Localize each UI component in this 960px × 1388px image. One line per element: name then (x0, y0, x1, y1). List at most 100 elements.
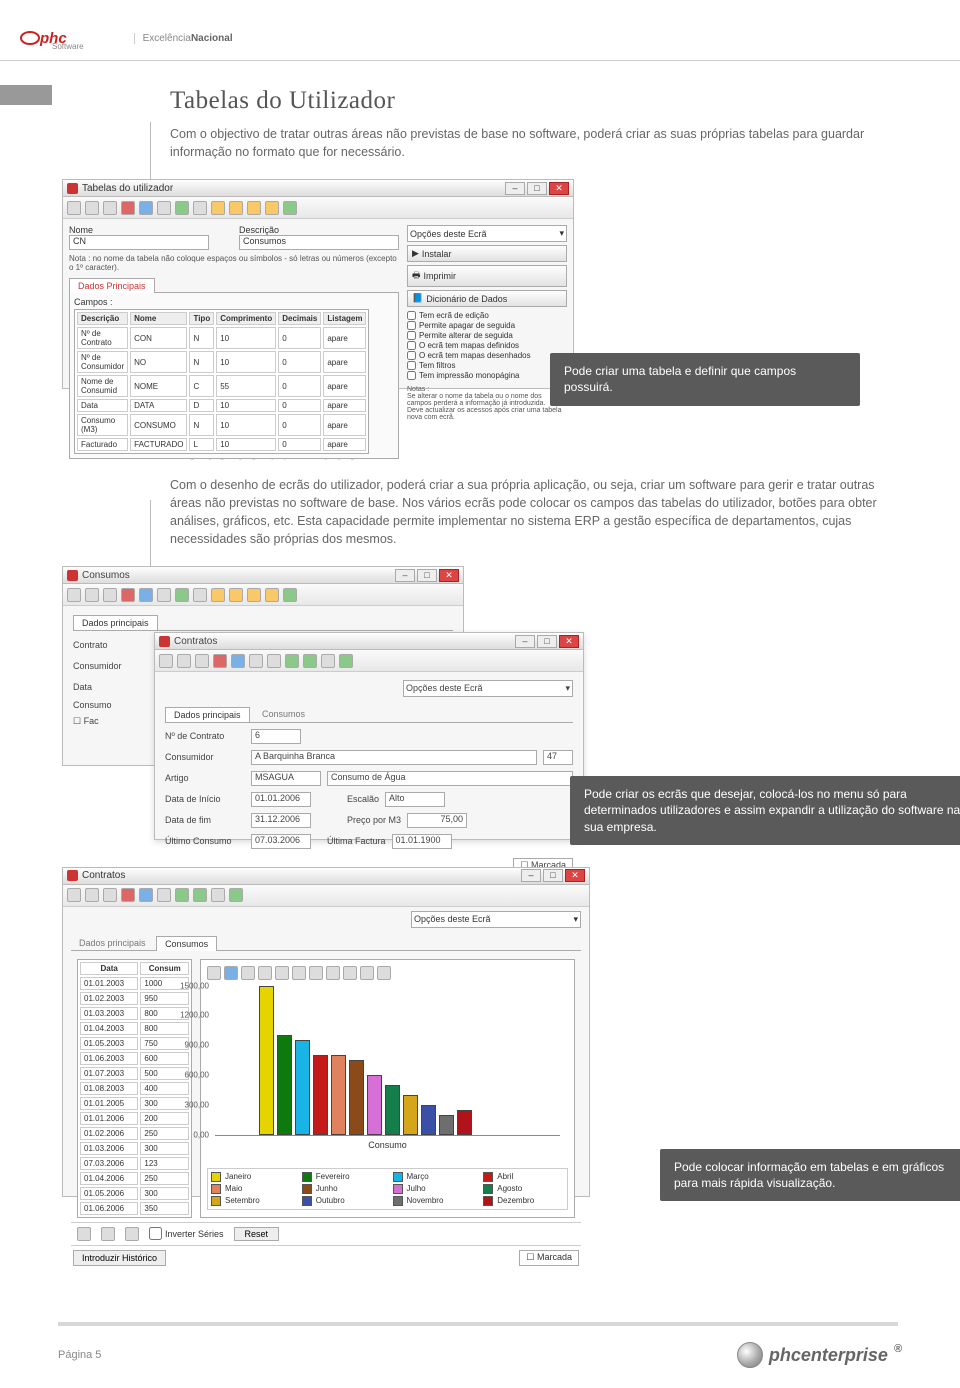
tool-icon[interactable] (211, 888, 225, 902)
tool-icon[interactable] (229, 888, 243, 902)
option-checkbox[interactable]: Tem ecrã de edição (407, 311, 567, 320)
tool-icon[interactable] (247, 588, 261, 602)
minimize-button[interactable]: – (395, 569, 415, 582)
nav-icon[interactable] (211, 201, 225, 215)
tool-icon[interactable] (85, 588, 99, 602)
maximize-button[interactable]: □ (543, 869, 563, 882)
tool-icon[interactable] (157, 201, 171, 215)
reset-button[interactable]: Reset (234, 1227, 280, 1241)
tool-icon[interactable] (139, 588, 153, 602)
options-dropdown[interactable]: Opções deste Ecrã▾ (403, 680, 573, 697)
escalao-select[interactable]: Alto (385, 792, 445, 807)
close-button[interactable]: ✕ (549, 182, 569, 195)
tool-icon[interactable] (175, 201, 189, 215)
tool-icon[interactable] (67, 201, 81, 215)
tool-icon[interactable] (103, 588, 117, 602)
close-button[interactable]: ✕ (439, 569, 459, 582)
inverter-series-checkbox[interactable]: Inverter Séries (149, 1227, 224, 1240)
tool-icon[interactable] (177, 654, 191, 668)
option-checkbox[interactable]: O ecrã tem mapas desenhados (407, 351, 567, 360)
option-checkbox[interactable]: Permite alterar de seguida (407, 331, 567, 340)
tab-dados-principais[interactable]: Dados principais (73, 615, 158, 630)
dicionario-button[interactable]: 📘 Dicionário de Dados (407, 290, 567, 307)
tool-icon[interactable] (139, 201, 153, 215)
tab-dados-principais[interactable]: Dados principais (71, 936, 154, 950)
tool-icon[interactable] (231, 654, 245, 668)
minimize-button[interactable]: – (505, 182, 525, 195)
nav-icon[interactable] (247, 201, 261, 215)
minimize-button[interactable]: – (515, 635, 535, 648)
delete-icon[interactable] (121, 201, 135, 215)
options-dropdown[interactable]: Opções deste Ecrã▾ (407, 225, 567, 242)
chart-tool-icon[interactable] (326, 966, 340, 980)
close-button[interactable]: ✕ (559, 635, 579, 648)
chart-tool-icon[interactable] (258, 966, 272, 980)
name-input[interactable]: CN (69, 235, 209, 250)
maximize-button[interactable]: □ (527, 182, 547, 195)
chart-tool-icon[interactable] (292, 966, 306, 980)
tab-consumos[interactable]: Consumos (156, 936, 217, 951)
chart-tool-icon[interactable] (309, 966, 323, 980)
marcada-checkbox[interactable]: Marcada (537, 1252, 572, 1262)
tool-icon[interactable] (229, 588, 243, 602)
options-dropdown[interactable]: Opções deste Ecrã▾ (411, 911, 581, 928)
tool-icon[interactable] (103, 201, 117, 215)
tool-icon[interactable] (121, 888, 135, 902)
tool-icon[interactable] (193, 888, 207, 902)
tool-icon[interactable] (211, 588, 225, 602)
tool-icon[interactable] (103, 888, 117, 902)
tool-icon[interactable] (267, 654, 281, 668)
tool-icon[interactable] (139, 888, 153, 902)
desc-input[interactable]: Consumos (239, 235, 399, 250)
chart-tool-icon[interactable] (360, 966, 374, 980)
tool-icon[interactable] (85, 201, 99, 215)
chart-tool-icon[interactable] (275, 966, 289, 980)
tool-icon[interactable] (303, 654, 317, 668)
refresh-icon[interactable] (283, 201, 297, 215)
tool-icon[interactable] (249, 654, 263, 668)
maximize-button[interactable]: □ (417, 569, 437, 582)
tool-icon[interactable] (157, 888, 171, 902)
tool-icon[interactable] (175, 888, 189, 902)
maximize-button[interactable]: □ (537, 635, 557, 648)
tool-icon[interactable] (85, 888, 99, 902)
tool-icon[interactable] (157, 588, 171, 602)
tool-icon[interactable] (175, 588, 189, 602)
chart-tool-icon[interactable] (207, 966, 221, 980)
tool-icon[interactable] (283, 588, 297, 602)
tool-icon[interactable] (195, 654, 209, 668)
tool-icon[interactable] (339, 654, 353, 668)
chart-tool-icon[interactable] (241, 966, 255, 980)
tool-icon[interactable] (285, 654, 299, 668)
option-checkbox[interactable]: Tem filtros (407, 361, 567, 370)
nav-icon[interactable] (229, 201, 243, 215)
tool-icon[interactable] (213, 654, 227, 668)
option-checkbox[interactable]: Tem impressão monopágina (407, 371, 567, 380)
tool-icon[interactable] (77, 1227, 91, 1241)
tool-icon[interactable] (193, 588, 207, 602)
consumidor-input[interactable]: A Barquinha Branca (251, 750, 537, 765)
imprimir-button[interactable]: 🖶 Imprimir (407, 265, 567, 287)
tab-dados-principais[interactable]: Dados Principais (69, 278, 155, 293)
tool-icon[interactable] (101, 1227, 115, 1241)
nav-icon[interactable] (265, 201, 279, 215)
tool-icon[interactable] (159, 654, 173, 668)
artigo-input[interactable]: MSAGUA (251, 771, 321, 786)
tool-icon[interactable] (265, 588, 279, 602)
instalar-button[interactable]: ▶ Instalar (407, 245, 567, 262)
chart-tool-icon[interactable] (343, 966, 357, 980)
close-button[interactable]: ✕ (565, 869, 585, 882)
chart-tool-icon[interactable] (377, 966, 391, 980)
option-checkbox[interactable]: Permite apagar de seguida (407, 321, 567, 330)
tool-icon[interactable] (121, 588, 135, 602)
tool-icon[interactable] (67, 888, 81, 902)
tool-icon[interactable] (321, 654, 335, 668)
contrato-input[interactable]: 6 (251, 729, 301, 744)
tab-dados-principais[interactable]: Dados principais (165, 707, 250, 722)
tool-icon[interactable] (193, 201, 207, 215)
tab-consumos[interactable]: Consumos (254, 707, 313, 721)
minimize-button[interactable]: – (521, 869, 541, 882)
option-checkbox[interactable]: O ecrã tem mapas definidos (407, 341, 567, 350)
introduzir-historico-button[interactable]: Introduzir Histórico (73, 1250, 166, 1266)
chart-tool-icon[interactable] (224, 966, 238, 980)
